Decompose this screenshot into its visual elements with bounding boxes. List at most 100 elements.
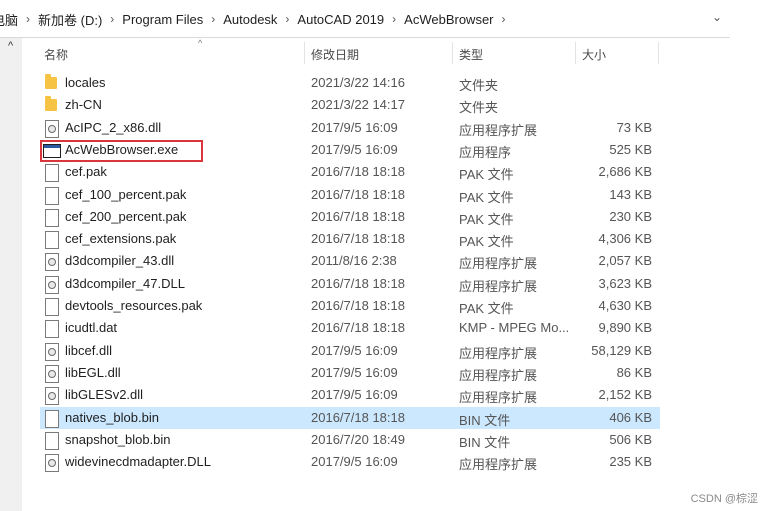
file-name: cef_200_percent.pak (65, 208, 187, 224)
file-date-modified: 2021/3/22 14:16 (311, 75, 405, 90)
file-type: 应用程序 (459, 144, 512, 160)
chevron-right-icon[interactable]: › (388, 12, 400, 26)
file-row[interactable]: d3dcompiler_47.DLL 2016/7/18 18:18 应用程序扩展 3… (40, 273, 660, 295)
breadcrumb-program-files[interactable]: Program Files (118, 12, 207, 27)
file-date-modified: 2016/7/18 18:18 (311, 208, 405, 224)
breadcrumb-autocad-2019[interactable]: AutoCAD 2019 (293, 12, 388, 27)
file-icon (45, 231, 59, 250)
file-date-modified: 2017/9/5 16:09 (311, 364, 398, 380)
file-size: 2,686 KB (598, 164, 653, 180)
file-date-modified: 2017/9/5 16:09 (311, 454, 398, 470)
file-icon (45, 320, 59, 339)
breadcrumb-drive-d[interactable]: 新加卷 (D:) (34, 10, 106, 29)
file-size: 4,630 KB (598, 298, 653, 313)
file-name: snapshot_blob.bin (65, 431, 171, 447)
breadcrumb-autodesk[interactable]: Autodesk (219, 12, 281, 27)
file-type: BIN 文件 (459, 412, 511, 428)
file-size: 4,306 KB (598, 231, 653, 247)
breadcrumb: 电脑 › 新加卷 (D:) › Program Files › Autodesk… (0, 10, 510, 28)
file-name: d3dcompiler_43.dll (65, 253, 175, 269)
file-row[interactable]: AcIPC_2_x86.dll 2017/9/5 16:09 应用程序扩展 73 KB (40, 117, 660, 139)
chevron-right-icon[interactable]: › (281, 12, 293, 26)
file-row[interactable]: locales 2021/3/22 14:16 文件夹 (40, 72, 660, 94)
file-date-modified: 2017/9/5 16:09 (311, 119, 398, 135)
file-size: 506 KB (609, 431, 652, 447)
column-divider[interactable] (452, 42, 453, 64)
address-bar[interactable]: 电脑 › 新加卷 (D:) › Program Files › Autodesk… (0, 0, 772, 38)
file-name: zh-CN (65, 97, 102, 113)
file-row[interactable]: devtools_resources.pak 2016/7/18 18:18 PAK… (40, 295, 660, 317)
folder-icon (45, 96, 57, 112)
file-date-modified: 2017/9/5 16:09 (311, 141, 398, 157)
file-type: 应用程序扩展 (459, 345, 538, 361)
file-type: PAK 文件 (459, 234, 514, 250)
file-icon (45, 208, 59, 227)
dll-icon (45, 454, 59, 473)
chevron-right-icon[interactable]: › (106, 12, 118, 26)
file-type: 应用程序扩展 (459, 457, 538, 473)
dll-icon (45, 253, 59, 272)
file-name: widevinecdmadapter.DLL (65, 454, 211, 470)
file-type: 应用程序扩展 (459, 256, 538, 272)
file-type: 应用程序扩展 (459, 390, 538, 406)
sort-ascending-icon: ^ (198, 38, 203, 48)
file-name: icudtl.dat (65, 320, 118, 336)
column-divider[interactable] (658, 42, 659, 64)
file-row[interactable]: cef.pak 2016/7/18 18:18 PAK 文件 2,686 KB (40, 161, 660, 183)
file-type: PAK 文件 (459, 301, 514, 316)
file-size: 406 KB (609, 409, 652, 425)
file-row[interactable]: zh-CN 2021/3/22 14:17 文件夹 (40, 94, 660, 116)
file-icon (45, 164, 59, 183)
file-row[interactable]: d3dcompiler_43.dll 2011/8/16 2:38 应用程序扩展 2,… (40, 250, 660, 272)
file-date-modified: 2016/7/18 18:18 (311, 298, 405, 313)
file-size: 230 KB (609, 208, 652, 224)
file-row[interactable]: natives_blob.bin 2016/7/18 18:18 BIN 文件 406… (40, 406, 660, 429)
file-row[interactable]: icudtl.dat 2016/7/18 18:18 KMP - MPEG Mo..… (40, 317, 660, 339)
column-header: ^ 名称 修改日期 类型 大小 (30, 38, 660, 68)
file-type: PAK 文件 (459, 167, 514, 183)
file-name: libcef.dll (65, 342, 112, 358)
file-name: d3dcompiler_47.DLL (65, 275, 185, 291)
file-size: 58,129 KB (591, 342, 652, 358)
file-row[interactable]: libcef.dll 2017/9/5 16:09 应用程序扩展 58,129 KB (40, 340, 660, 362)
file-size: 143 KB (609, 186, 652, 202)
file-size: 9,890 KB (598, 320, 653, 336)
file-date-modified: 2016/7/20 18:49 (311, 431, 405, 447)
file-row[interactable]: snapshot_blob.bin 2016/7/20 18:49 BIN 文件 50… (40, 429, 660, 451)
file-row[interactable]: widevinecdmadapter.DLL 2017/9/5 16:09 应用程序… (40, 451, 660, 473)
dll-icon (45, 364, 59, 383)
file-row[interactable]: cef_extensions.pak 2016/7/18 18:18 PAK 文件 4… (40, 228, 660, 250)
column-header-date[interactable]: 修改日期 (311, 46, 359, 63)
column-header-size[interactable]: 大小 (582, 46, 606, 63)
breadcrumb-this-pc[interactable]: 电脑 (0, 10, 22, 29)
file-name: natives_blob.bin (65, 409, 159, 425)
file-row[interactable]: libEGL.dll 2017/9/5 16:09 应用程序扩展 86 KB (40, 362, 660, 384)
file-date-modified: 2011/8/16 2:38 (311, 253, 397, 269)
file-row[interactable]: cef_100_percent.pak 2016/7/18 18:18 PAK 文件… (40, 184, 660, 206)
file-date-modified: 2016/7/18 18:18 (311, 320, 405, 336)
chevron-right-icon[interactable]: › (22, 12, 34, 26)
chevron-right-icon[interactable]: › (498, 12, 510, 26)
file-size: 235 KB (609, 454, 652, 470)
file-row[interactable]: libGLESv2.dll 2017/9/5 16:09 应用程序扩展 2,152 K… (40, 384, 660, 406)
column-header-type[interactable]: 类型 (459, 46, 483, 63)
column-header-name[interactable]: 名称 (44, 46, 68, 63)
chevron-right-icon[interactable]: › (207, 12, 219, 26)
file-date-modified: 2016/7/18 18:18 (311, 231, 405, 247)
file-name: devtools_resources.pak (65, 298, 203, 313)
file-date-modified: 2016/7/18 18:18 (311, 409, 405, 425)
file-date-modified: 2016/7/18 18:18 (311, 164, 405, 180)
breadcrumb-acwebbrowser[interactable]: AcWebBrowser (400, 12, 497, 27)
navigation-pane-scrollbar[interactable] (0, 38, 22, 511)
file-type: 应用程序扩展 (459, 278, 538, 294)
scroll-up-arrow-icon[interactable]: ^ (8, 40, 13, 52)
file-icon (45, 186, 59, 205)
file-icon (45, 298, 59, 316)
file-type: PAK 文件 (459, 189, 514, 205)
column-divider[interactable] (575, 42, 576, 64)
file-row[interactable]: cef_200_percent.pak 2016/7/18 18:18 PAK 文件… (40, 206, 660, 228)
file-size: 525 KB (609, 141, 652, 157)
address-history-dropdown-icon[interactable]: ⌄ (712, 10, 722, 24)
column-divider[interactable] (304, 42, 305, 64)
file-size: 73 KB (616, 119, 652, 135)
